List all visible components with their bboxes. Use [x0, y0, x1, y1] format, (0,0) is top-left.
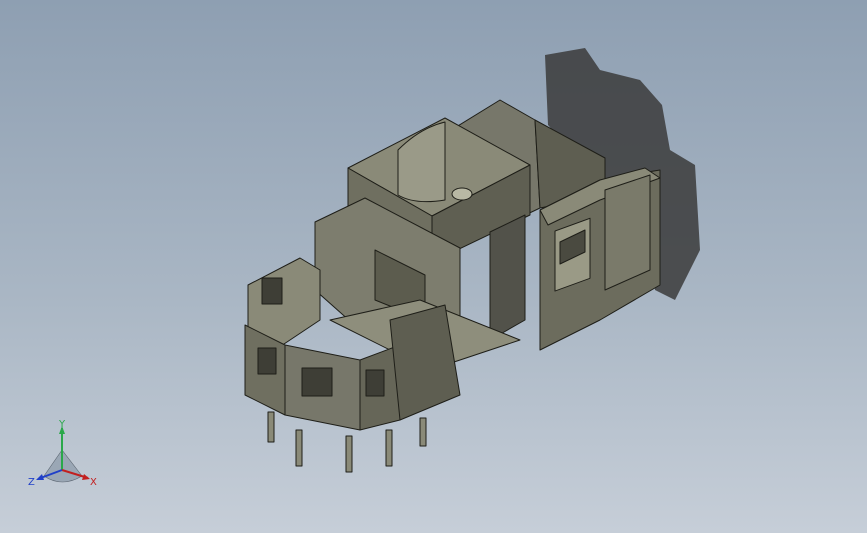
model-scene[interactable] — [0, 0, 867, 533]
z-axis-arrow — [36, 474, 44, 480]
support-leg — [295, 429, 303, 467]
x-axis-arrow — [82, 474, 90, 480]
graphics-viewport[interactable]: Y X Z — [0, 0, 867, 533]
vent-grille — [301, 367, 333, 397]
support-leg — [345, 435, 353, 473]
support-leg — [385, 429, 393, 467]
z-axis-label: Z — [28, 477, 35, 488]
support-leg — [267, 411, 275, 443]
vent-grille — [365, 369, 385, 397]
coordinate-triad[interactable]: Y X Z — [22, 418, 112, 498]
triad-graphic — [36, 426, 90, 483]
right-opening — [489, 214, 526, 341]
tool-drum — [397, 121, 446, 203]
y-axis-label: Y — [59, 419, 66, 430]
side-vent — [604, 174, 651, 291]
spindle-port — [451, 187, 473, 201]
vent-grille — [257, 347, 277, 375]
machine-model[interactable] — [244, 99, 661, 473]
vent-grille — [261, 277, 283, 305]
support-leg — [419, 417, 427, 447]
x-axis-label: X — [90, 477, 97, 488]
